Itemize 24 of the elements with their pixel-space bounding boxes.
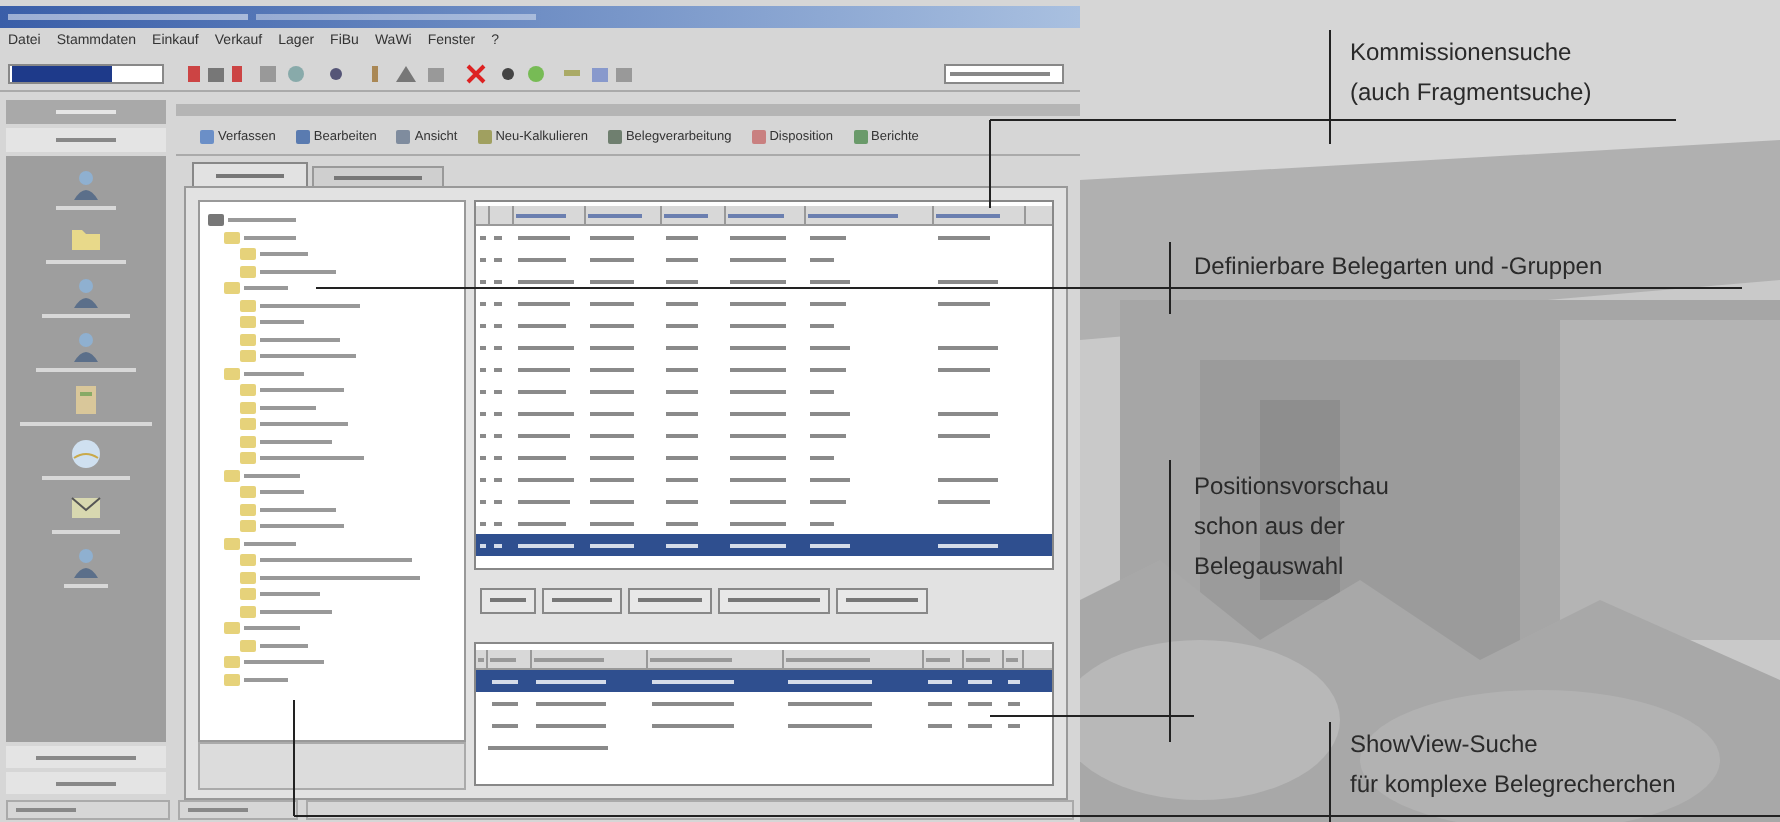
person-icon[interactable] [70,330,102,362]
globe-icon[interactable] [70,438,102,470]
sidebar-section[interactable] [6,772,166,794]
callout-text: ShowView-Suche für komplexe Belegrecherchen [1350,728,1676,802]
date-field[interactable] [944,63,1064,83]
envelope-icon[interactable] [70,492,102,524]
callout-text: Definierbare Belegarten und -Gruppen [1194,250,1603,284]
sidebar-section[interactable] [6,746,166,768]
dropdown-field[interactable] [8,63,164,83]
action-button[interactable] [718,587,830,613]
sidebar-section[interactable] [6,128,166,152]
action-button[interactable] [836,587,928,613]
status-panel [178,800,298,820]
callout-text: Kommissionensuche (auch Fragmentsuche) [1350,36,1592,110]
person-icon[interactable] [70,546,102,578]
action-button[interactable] [480,587,536,613]
action-button[interactable] [628,587,712,613]
person-icon[interactable] [70,276,102,308]
sidebar-header[interactable] [6,100,166,124]
callout-text: Positionsvorschau schon aus der Belegauswahl [1194,470,1389,584]
person-icon[interactable] [70,168,102,200]
tab[interactable] [312,166,444,186]
action-button[interactable] [542,587,622,613]
tab[interactable] [192,162,308,186]
